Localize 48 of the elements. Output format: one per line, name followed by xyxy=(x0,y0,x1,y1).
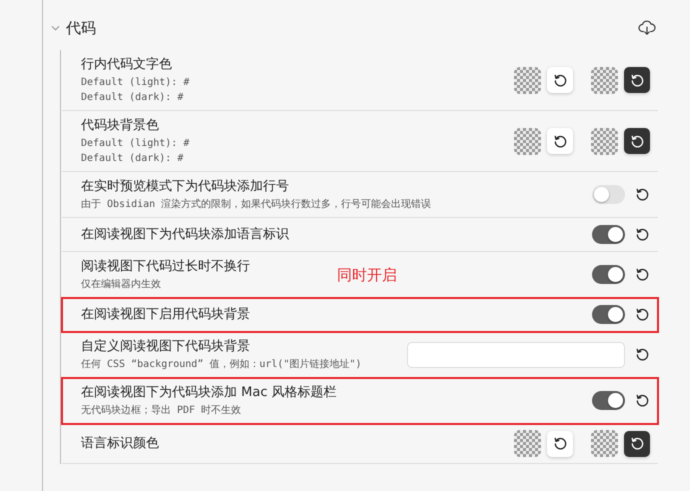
reset-icon[interactable] xyxy=(552,436,568,451)
color-swatch[interactable] xyxy=(591,430,618,457)
reset-button[interactable] xyxy=(624,128,650,154)
chevron-down-icon[interactable] xyxy=(51,25,60,31)
setting-title: 在阅读视图下启用代码块背景 xyxy=(81,306,250,324)
reset-button[interactable] xyxy=(547,430,573,456)
text-input-field[interactable] xyxy=(407,342,625,368)
reset-icon[interactable] xyxy=(552,134,568,148)
setting-title: 代码块背景色 xyxy=(81,117,159,135)
reset-button[interactable] xyxy=(547,128,573,154)
color-swatch[interactable] xyxy=(514,430,541,457)
reset-icon[interactable] xyxy=(635,227,650,242)
cloud-download-icon[interactable] xyxy=(638,20,656,36)
section-title: 代码 xyxy=(66,18,97,38)
reset-icon[interactable] xyxy=(635,267,650,282)
reset-icon[interactable] xyxy=(635,347,650,362)
setting-description: 无代码块边框；导出 PDF 时不生效 xyxy=(81,404,242,417)
setting-description: Default (light): # xyxy=(81,137,190,150)
toggle-switch[interactable] xyxy=(592,185,625,204)
setting-title: 阅读视图下代码过长时不换行 xyxy=(81,258,250,276)
color-swatch[interactable] xyxy=(514,128,541,154)
color-swatch[interactable] xyxy=(591,66,618,94)
reset-button[interactable] xyxy=(624,430,650,456)
reset-icon[interactable] xyxy=(635,307,650,322)
setting-description: Default (dark): # xyxy=(81,91,184,104)
setting-description: Default (light): # xyxy=(81,76,190,89)
setting-description: 仅在编辑器内生效 xyxy=(81,278,161,291)
setting-description: 任何 CSS “background” 值，例如：url("图片链接地址") xyxy=(81,358,362,371)
color-swatch[interactable] xyxy=(591,128,618,154)
reset-button[interactable] xyxy=(624,67,650,93)
setting-title: 自定义阅读视图下代码块背景 xyxy=(81,338,250,356)
reset-icon[interactable] xyxy=(552,72,568,88)
setting-title: 在阅读视图下为代码块添加 Mac 风格标题栏 xyxy=(81,384,337,402)
reset-button[interactable] xyxy=(547,67,573,93)
reset-icon[interactable] xyxy=(635,187,650,202)
setting-description: Default (dark): # xyxy=(81,152,184,165)
toggle-switch[interactable] xyxy=(592,225,625,244)
setting-title: 在实时预览模式下为代码块添加行号 xyxy=(81,178,289,196)
toggle-switch[interactable] xyxy=(592,265,625,284)
color-swatch[interactable] xyxy=(514,66,541,94)
setting-title: 在阅读视图下为代码块添加语言标识 xyxy=(81,226,289,244)
toggle-switch[interactable] xyxy=(592,305,625,324)
reset-icon[interactable] xyxy=(635,393,650,408)
setting-title: 行内代码文字色 xyxy=(81,56,172,74)
toggle-switch[interactable] xyxy=(592,391,625,410)
setting-title: 语言标识颜色 xyxy=(81,434,159,452)
setting-description: 由于 Obsidian 渲染方式的限制，如果代码块行数过多，行号可能会出现错误 xyxy=(81,198,432,211)
annotation-text: 同时开启 xyxy=(337,266,397,285)
